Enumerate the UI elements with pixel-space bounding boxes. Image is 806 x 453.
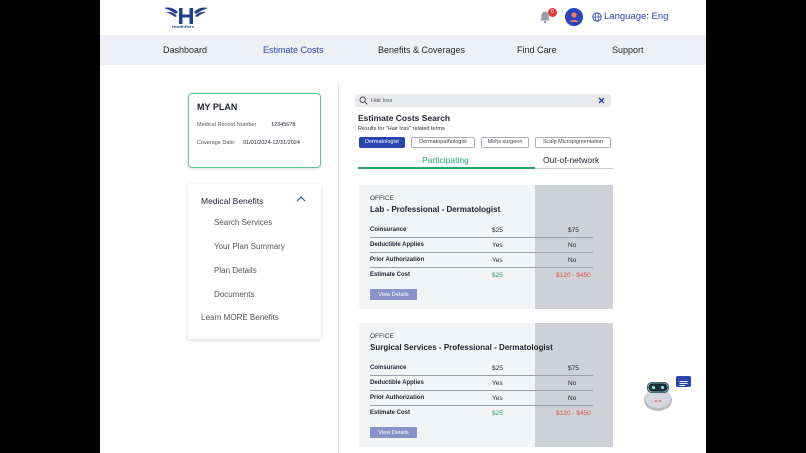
service-type: OFFICE: [370, 195, 394, 202]
service-type: OFFICE: [370, 333, 394, 340]
menu-your-plan-summary[interactable]: Your Plan Summary: [214, 242, 285, 251]
out-of-network-estimate: $120 - $450: [556, 410, 591, 417]
row-label: Coinsurance: [370, 227, 407, 233]
avatar[interactable]: [565, 8, 583, 26]
table-row: Deductible Applies Yes No: [370, 376, 593, 391]
active-tab-indicator: [358, 167, 535, 169]
table-row: Deductible Applies Yes No: [370, 238, 593, 253]
chip-dermatologist[interactable]: Dermatologist: [359, 137, 405, 148]
vertical-divider: [338, 83, 339, 453]
out-of-network-value: $75: [568, 227, 579, 234]
nav-estimate-costs[interactable]: Estimate Costs: [263, 45, 324, 55]
app-window: HealthHere 0 Language: Eng Dashboard Est…: [100, 0, 706, 453]
record-number-value: 12345678: [271, 122, 296, 128]
table-row: Coinsurance $25 $75: [370, 361, 593, 376]
record-number-label: Medical Record Number: [197, 122, 257, 128]
table-row: Coinsurance $25 $75: [370, 223, 593, 238]
participating-estimate: $25: [492, 272, 503, 279]
coverage-date-value: 01/01/2024-12/31/2024: [243, 140, 300, 146]
menu-search-services[interactable]: Search Services: [214, 218, 272, 227]
menu-documents[interactable]: Documents: [214, 290, 254, 299]
nav-support[interactable]: Support: [612, 45, 644, 55]
row-label: Prior Authorization: [370, 395, 425, 401]
estimate-costs-title: Estimate Costs Search: [358, 113, 451, 123]
search-input[interactable]: [371, 94, 591, 107]
nav-benefits-coverages[interactable]: Benefits & Coverages: [378, 45, 465, 55]
chat-lines-icon: [679, 381, 688, 386]
language-selector[interactable]: Language: Eng: [604, 11, 668, 22]
learn-more-benefits-link[interactable]: Learn MORE Benefits: [201, 313, 279, 322]
avatar-figure-icon: [569, 12, 579, 22]
row-label: Prior Authorization: [370, 257, 425, 263]
row-label: Deductible Applies: [370, 380, 424, 386]
view-details-button[interactable]: View Details: [370, 289, 417, 300]
row-label: Estimate Cost: [370, 272, 411, 278]
menu-plan-details[interactable]: Plan Details: [214, 266, 257, 275]
cost-card: OFFICE Lab - Professional - Dermatologis…: [359, 185, 613, 309]
row-label: Estimate Cost: [370, 410, 411, 416]
top-header: HealthHere 0 Language: Eng: [100, 0, 706, 35]
my-plan-card: MY PLAN Medical Record Number 12345678 C…: [188, 93, 321, 168]
out-of-network-value: No: [568, 395, 577, 402]
search-icon: [359, 96, 368, 105]
out-of-network-value: No: [568, 242, 577, 249]
out-of-network-estimate: $120 - $450: [556, 272, 591, 279]
chip-scalp-micropigmentation[interactable]: Scalp Micropigmentation: [535, 137, 611, 148]
medical-benefits-toggle[interactable]: Medical Benefits: [201, 196, 263, 206]
coverage-date-label: Coverage Date:: [197, 140, 236, 146]
participating-value: Yes: [492, 395, 503, 402]
table-row: Estimate Cost $25 $120 - $450: [370, 406, 593, 421]
participating-value: Yes: [492, 257, 503, 264]
tab-out-of-network[interactable]: Out-of-network: [543, 155, 599, 165]
chip-mohs-surgeon[interactable]: Mohs surgeon: [481, 137, 529, 148]
participating-value: $25: [492, 227, 503, 234]
chip-dermatopathologist[interactable]: Dermatopathologist: [411, 137, 475, 148]
notification-badge: 0: [548, 8, 557, 17]
nav-dashboard[interactable]: Dashboard: [163, 45, 207, 55]
tab-participating[interactable]: Participating: [422, 155, 469, 165]
main-nav: Dashboard Estimate Costs Benefits & Cove…: [100, 35, 706, 65]
plan-title: MY PLAN: [197, 102, 238, 112]
out-of-network-value: No: [568, 257, 577, 264]
cost-card: OFFICE Surgical Services - Professional …: [359, 323, 613, 447]
participating-value: Yes: [492, 380, 503, 387]
service-name: Surgical Services - Professional - Derma…: [370, 343, 553, 352]
service-name: Lab - Professional - Dermatologist: [370, 205, 501, 214]
chevron-up-icon[interactable]: [296, 195, 306, 203]
search-bar: [355, 94, 611, 107]
participating-estimate: $25: [492, 410, 503, 417]
close-icon[interactable]: [598, 97, 605, 104]
bot-mascot-icon[interactable]: [640, 376, 676, 412]
view-details-button[interactable]: View Details: [370, 427, 417, 438]
out-of-network-value: $75: [568, 365, 579, 372]
tab-underline: [535, 168, 613, 169]
logo-text: HealthHere: [172, 24, 195, 29]
results-subtitle: Results for "Hair loss" related terms: [358, 126, 445, 132]
row-label: Coinsurance: [370, 365, 407, 371]
participating-value: Yes: [492, 242, 503, 249]
participating-value: $25: [492, 365, 503, 372]
globe-icon[interactable]: [592, 12, 602, 22]
table-row: Prior Authorization Yes No: [370, 253, 593, 268]
benefits-menu: Medical Benefits Search Services Your Pl…: [188, 184, 321, 339]
table-row: Estimate Cost $25 $120 - $450: [370, 268, 593, 283]
table-row: Prior Authorization Yes No: [370, 391, 593, 406]
nav-find-care[interactable]: Find Care: [517, 45, 557, 55]
chat-icon[interactable]: [676, 376, 691, 387]
out-of-network-value: No: [568, 380, 577, 387]
row-label: Deductible Applies: [370, 242, 424, 248]
